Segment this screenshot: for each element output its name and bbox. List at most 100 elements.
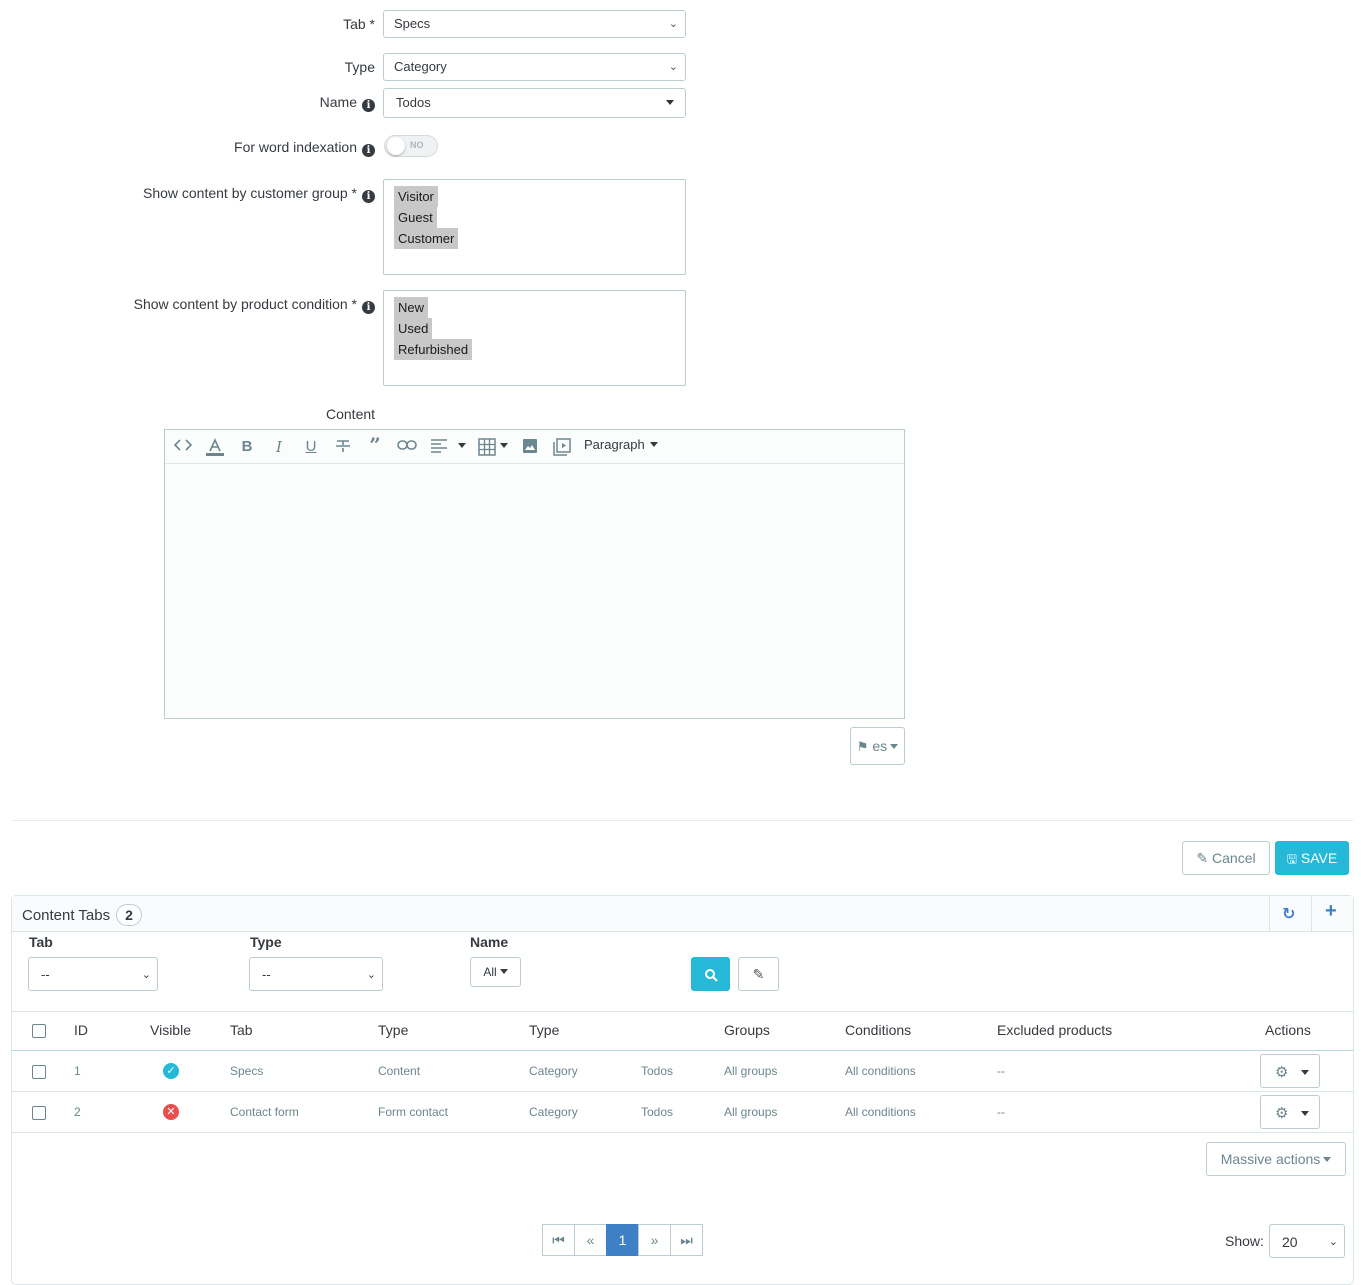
align-icon[interactable] [428, 438, 450, 454]
search-button[interactable] [691, 957, 730, 991]
video-icon[interactable] [551, 438, 573, 456]
text-color-icon[interactable] [204, 438, 226, 456]
product-condition-multiselect[interactable]: New Used Refurbished [383, 290, 686, 386]
reset-filter-button[interactable]: ✎ [738, 957, 779, 991]
editor-toolbar: B I U ” Paragraph [165, 430, 904, 464]
info-icon[interactable]: i [362, 99, 375, 112]
page-1-button[interactable]: 1 [606, 1224, 639, 1256]
content-editor[interactable]: B I U ” Paragraph [164, 429, 905, 719]
select-all-checkbox[interactable] [32, 1024, 46, 1038]
blockquote-icon[interactable]: ” [364, 433, 386, 457]
toggle-knob [387, 137, 405, 155]
code-view-icon[interactable] [172, 438, 194, 452]
row-actions-button[interactable]: ⚙ [1260, 1054, 1320, 1088]
tab-select[interactable]: Specs ⌄ [383, 10, 686, 38]
show-per-page-label: Show: [1225, 1233, 1264, 1249]
name-select[interactable]: Todos [383, 88, 686, 118]
first-page-icon: ⏮ [552, 1232, 565, 1248]
customer-group-option[interactable]: Customer [394, 228, 459, 249]
caret-down-icon [890, 744, 899, 749]
chevron-down-icon: ⌄ [668, 18, 678, 30]
info-icon[interactable]: i [362, 144, 375, 157]
column-header-groups[interactable]: Groups [724, 1022, 770, 1038]
header-divider [1269, 896, 1270, 932]
name-select-value: Todos [396, 95, 431, 110]
chevron-down-icon: ⌄ [1328, 1236, 1338, 1248]
table-caret-icon[interactable] [500, 443, 508, 448]
customer-group-option[interactable]: Guest [394, 207, 437, 228]
previous-page-button[interactable]: « [574, 1224, 607, 1256]
filter-name-label: Name [470, 934, 509, 950]
row-id: 2 [74, 1105, 81, 1119]
column-header-visible[interactable]: Visible [150, 1022, 191, 1038]
column-header-excluded-products[interactable]: Excluded products [997, 1022, 1112, 1038]
column-header-type-2[interactable]: Type [529, 1022, 559, 1038]
filter-tab-value: -- [41, 967, 50, 982]
underline-icon[interactable]: U [300, 438, 322, 455]
panel-title: Content Tabs 2 [22, 904, 142, 926]
save-button[interactable]: 🖫 SAVE [1275, 841, 1349, 875]
column-header-actions: Actions [1265, 1022, 1311, 1038]
first-page-button[interactable]: ⏮ [542, 1224, 575, 1256]
link-icon[interactable] [396, 438, 418, 452]
image-icon[interactable] [519, 438, 541, 454]
row-actions-button[interactable]: ⚙ [1260, 1095, 1320, 1129]
paragraph-format-dropdown[interactable]: Paragraph [584, 437, 658, 452]
customer-group-label-text: Show content by customer group * [142, 185, 357, 201]
customer-group-option[interactable]: Visitor [394, 186, 438, 207]
chevron-down-icon: ⌄ [668, 61, 678, 73]
per-page-select[interactable]: 20 ⌄ [1269, 1224, 1345, 1258]
last-page-button[interactable]: ⏭ [670, 1224, 703, 1256]
bold-icon[interactable]: B [236, 438, 258, 455]
type-select[interactable]: Category ⌄ [383, 53, 686, 81]
type-select-value: Category [394, 59, 447, 74]
chevron-down-icon: ⌄ [366, 969, 376, 981]
customer-group-multiselect[interactable]: Visitor Guest Customer [383, 179, 686, 275]
language-dropdown[interactable]: ⚑ es [850, 727, 905, 765]
column-header-tab[interactable]: Tab [230, 1022, 253, 1038]
column-header-conditions[interactable]: Conditions [845, 1022, 911, 1038]
cancel-button[interactable]: ✎ Cancel [1182, 841, 1270, 875]
filter-name-dropdown[interactable]: All [470, 957, 521, 987]
word-indexation-label: For word indexation i [234, 138, 375, 157]
customer-group-label: Show content by customer group * i [143, 184, 375, 203]
type-label: Type [344, 59, 375, 75]
previous-page-icon: « [586, 1232, 595, 1248]
info-icon[interactable]: i [362, 190, 375, 203]
not-visible-cross-icon[interactable]: ✕ [163, 1104, 179, 1120]
strikethrough-icon[interactable] [332, 438, 354, 454]
table-icon[interactable] [476, 438, 498, 456]
filter-tab-select[interactable]: -- ⌄ [28, 957, 158, 991]
product-condition-option[interactable]: Used [394, 318, 433, 339]
massive-actions-dropdown[interactable]: Massive actions [1206, 1142, 1346, 1176]
word-indexation-toggle[interactable]: NO [384, 135, 438, 157]
caret-down-icon [1301, 1070, 1309, 1075]
next-page-icon: » [650, 1232, 659, 1248]
row-checkbox[interactable] [32, 1065, 46, 1079]
add-icon[interactable]: + [1325, 900, 1337, 923]
tab-select-value: Specs [394, 16, 431, 31]
eraser-icon: ✎ [752, 966, 765, 982]
row-checkbox[interactable] [32, 1106, 46, 1120]
align-caret-icon[interactable] [458, 443, 466, 448]
save-icon: 🖫 [1286, 852, 1298, 866]
toggle-state: NO [410, 140, 424, 150]
row-groups: All groups [724, 1105, 778, 1119]
filter-type-select[interactable]: -- ⌄ [249, 957, 383, 991]
row-divider [12, 1132, 1353, 1133]
italic-icon[interactable]: I [268, 438, 290, 456]
column-header-type[interactable]: Type [378, 1022, 408, 1038]
product-condition-option[interactable]: New [394, 297, 429, 318]
product-condition-option[interactable]: Refurbished [394, 339, 473, 360]
info-icon[interactable]: i [362, 301, 375, 314]
visible-check-icon[interactable]: ✓ [163, 1063, 179, 1079]
caret-down-icon [666, 100, 674, 105]
column-header-id[interactable]: ID [74, 1022, 88, 1038]
next-page-button[interactable]: » [638, 1224, 671, 1256]
row-id: 1 [74, 1064, 81, 1078]
chevron-down-icon: ⌄ [141, 969, 151, 981]
editor-content-area[interactable] [165, 465, 904, 718]
refresh-icon[interactable]: ↻ [1282, 904, 1295, 924]
filter-tab-label: Tab [29, 934, 53, 950]
name-label: Name i [320, 93, 375, 112]
